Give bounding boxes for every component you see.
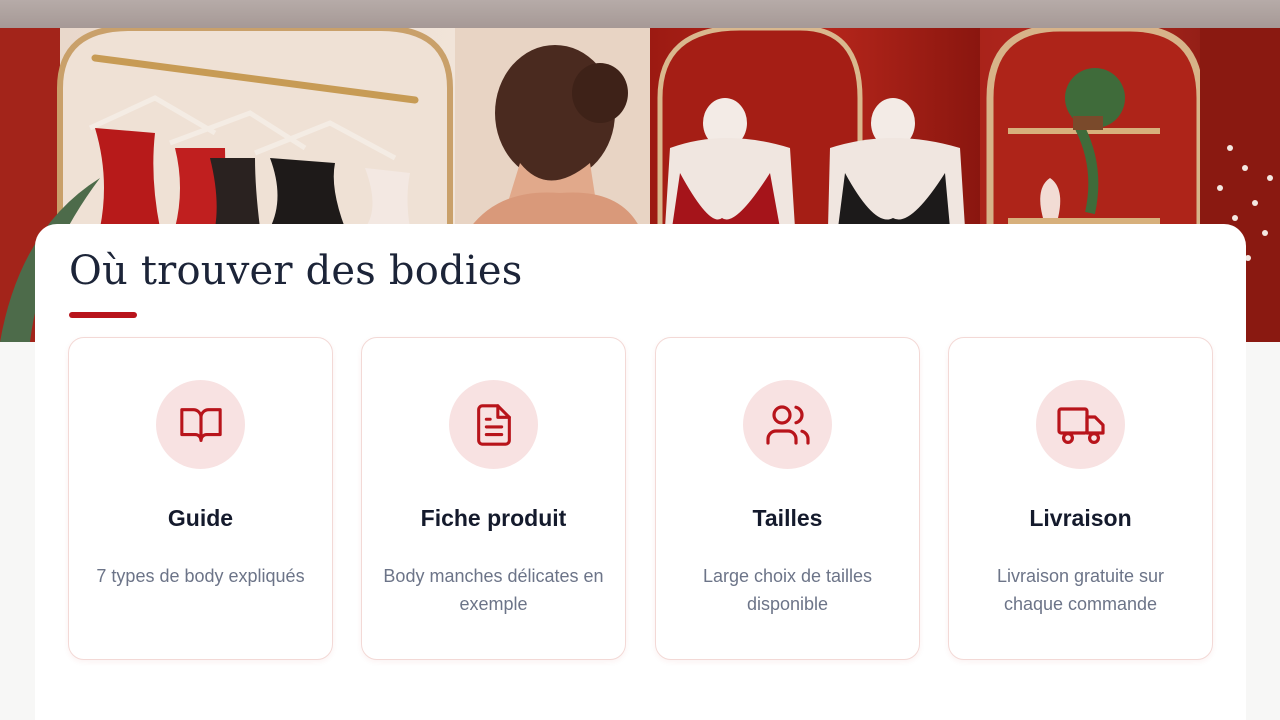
icon-badge: [1036, 380, 1125, 469]
document-icon: [476, 403, 511, 446]
icon-badge: [743, 380, 832, 469]
truck-icon: [1056, 406, 1105, 444]
info-cards: Guide 7 types de body expliqués Fiche pr…: [68, 337, 1214, 660]
section-title: Où trouver des bodies: [69, 248, 523, 294]
top-bar: [0, 0, 1280, 28]
icon-badge: [449, 380, 538, 469]
icon-badge: [156, 380, 245, 469]
card-tailles[interactable]: Tailles Large choix de tailles disponibl…: [655, 337, 920, 660]
card-title: Guide: [167, 505, 234, 531]
book-icon: [179, 407, 222, 442]
card-title: Fiche produit: [420, 505, 567, 531]
where-to-find-section: Où trouver des bodies Guide 7 types de b…: [35, 224, 1246, 720]
title-underline: [69, 312, 137, 318]
card-description: Body manches délicates en exemple: [383, 566, 604, 614]
card-description: Large choix de tailles disponible: [702, 566, 873, 614]
users-icon: [765, 404, 810, 445]
card-title: Livraison: [1029, 505, 1132, 531]
card-livraison[interactable]: Livraison Livraison gratuite sur chaque …: [948, 337, 1213, 660]
card-title: Tailles: [752, 505, 823, 531]
card-guide[interactable]: Guide 7 types de body expliqués: [68, 337, 333, 660]
card-description: Livraison gratuite sur chaque commande: [996, 566, 1165, 614]
card-fiche-produit[interactable]: Fiche produit Body manches délicates en …: [361, 337, 626, 660]
card-description: 7 types de body expliqués: [96, 566, 305, 586]
